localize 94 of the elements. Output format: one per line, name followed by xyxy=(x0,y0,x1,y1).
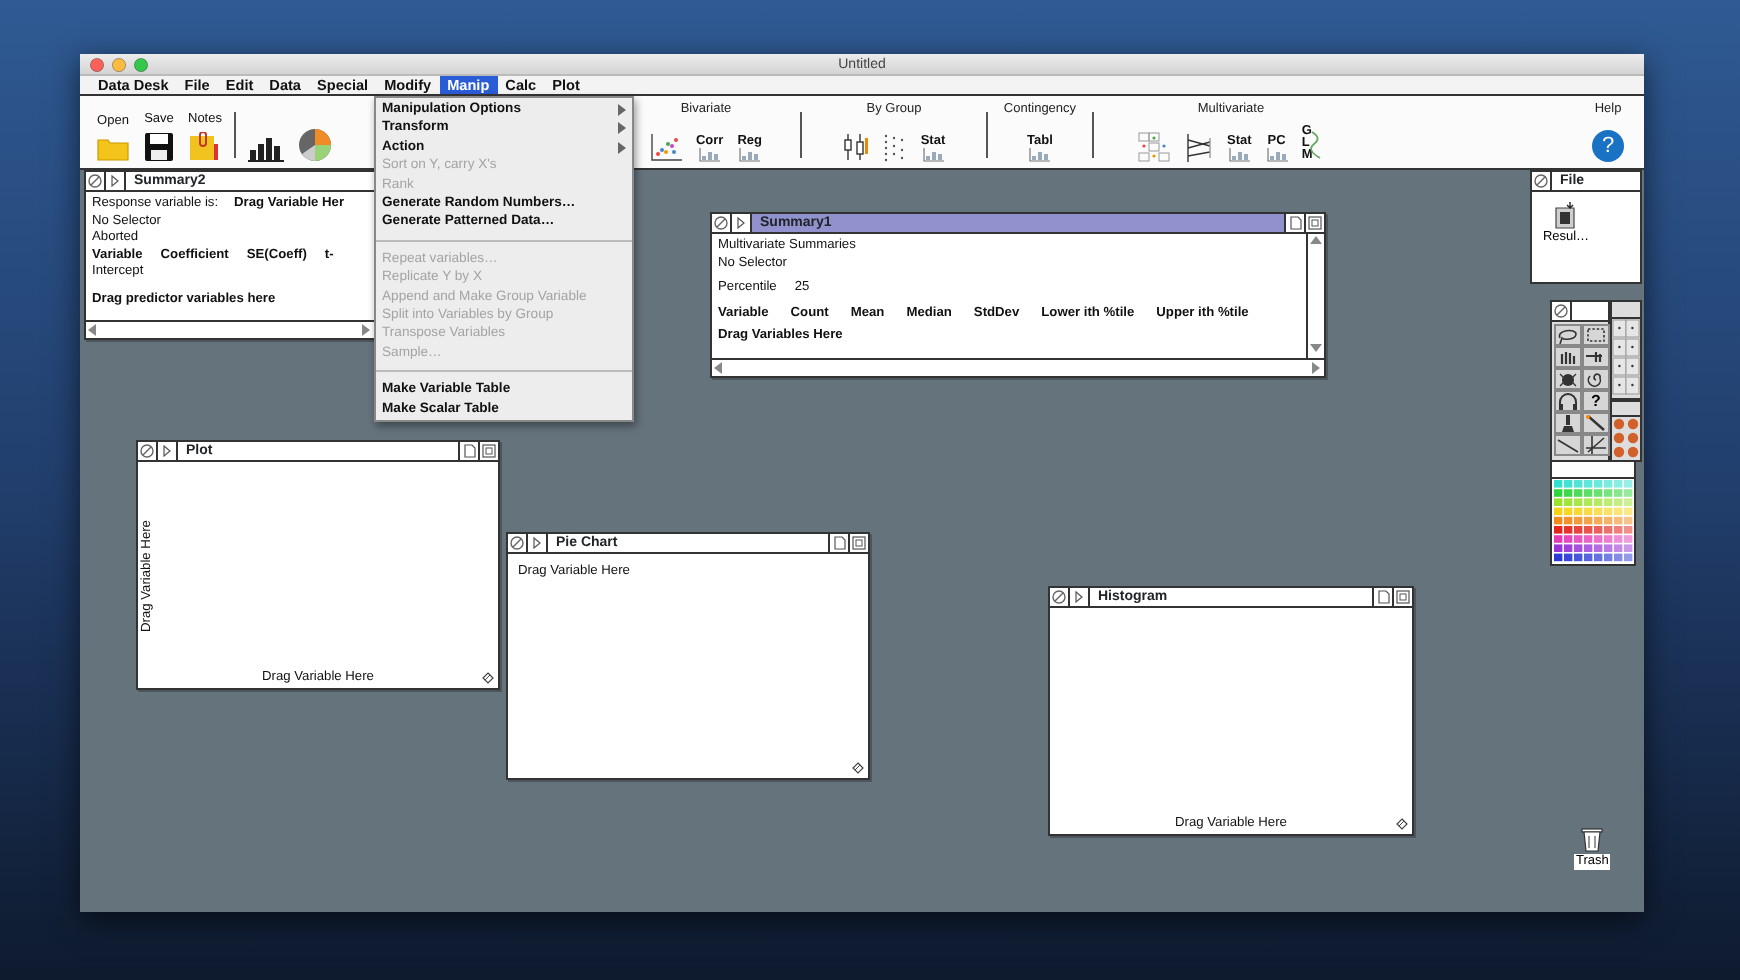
tool-button[interactable] xyxy=(1582,324,1610,346)
scroll-right-button[interactable] xyxy=(358,322,374,338)
disclosure-button[interactable] xyxy=(528,534,548,552)
tool-button[interactable] xyxy=(1554,434,1582,456)
headset-tool-icon xyxy=(1556,392,1580,410)
disclosure-button[interactable] xyxy=(158,442,178,460)
save-icon xyxy=(144,132,174,162)
zoom-box-icon xyxy=(482,444,496,458)
close-button[interactable] xyxy=(138,442,158,460)
close-icon xyxy=(1534,174,1548,188)
tool-button[interactable] xyxy=(1582,412,1610,434)
resize-grip-icon xyxy=(1396,818,1408,830)
tool-button[interactable] xyxy=(1582,434,1610,456)
triangle-icon xyxy=(736,216,746,230)
document-icon xyxy=(1554,202,1578,230)
close-icon xyxy=(88,174,102,188)
bar-chart-icon xyxy=(247,134,284,162)
triangle-icon xyxy=(162,444,172,458)
zoom-box-icon xyxy=(852,536,866,550)
pie-chart-icon xyxy=(297,128,332,162)
page-button[interactable] xyxy=(1284,214,1304,232)
hand-tool-icon xyxy=(1556,348,1580,366)
close-icon xyxy=(90,57,104,71)
disclosure-button[interactable] xyxy=(732,214,752,232)
notes-icon xyxy=(188,132,221,162)
chart-icon xyxy=(738,148,761,162)
folder-icon xyxy=(96,134,130,162)
close-icon xyxy=(140,444,154,458)
zoom-box-icon xyxy=(1396,590,1410,604)
horizontal-scrollbar[interactable] xyxy=(86,320,374,338)
tool-button[interactable] xyxy=(1554,324,1582,346)
tool-button[interactable] xyxy=(1554,390,1582,412)
tool-button[interactable] xyxy=(1554,412,1582,434)
scroll-down-button[interactable] xyxy=(1308,342,1324,358)
trash-can-icon xyxy=(1580,826,1605,852)
close-button[interactable] xyxy=(1532,172,1552,190)
lasso-tool-icon xyxy=(1556,326,1580,344)
toolbar-button[interactable] xyxy=(882,132,907,162)
zoom-box-icon xyxy=(1308,216,1322,230)
zoom-icon xyxy=(134,57,148,71)
marquee-tool-icon xyxy=(1584,326,1608,344)
boxplot-icon xyxy=(842,132,869,162)
triangle-icon xyxy=(110,174,120,188)
scatterplot-icon xyxy=(649,134,682,162)
tool-button[interactable] xyxy=(1582,368,1610,390)
disclosure-button[interactable] xyxy=(1070,588,1090,606)
resize-grip-icon xyxy=(482,672,494,684)
close-button[interactable] xyxy=(508,534,528,552)
close-button[interactable] xyxy=(86,172,106,190)
chart-icon xyxy=(921,148,944,162)
arrow-icon xyxy=(1308,234,1324,250)
arrow-icon xyxy=(358,322,374,338)
disclosure-button[interactable] xyxy=(106,172,126,190)
close-icon xyxy=(510,536,524,550)
chart-icon xyxy=(698,148,721,162)
bug-tool-icon xyxy=(1556,370,1580,388)
wand-tool-icon xyxy=(1584,414,1608,432)
chart-icon xyxy=(1265,148,1288,162)
chart-icon xyxy=(1028,148,1051,162)
scatterplot-matrix-icon xyxy=(1137,132,1170,162)
line-tool-icon xyxy=(1556,436,1580,454)
close-button[interactable] xyxy=(1050,588,1070,606)
help-button[interactable]: ? xyxy=(1592,130,1624,162)
arrow-icon xyxy=(712,360,728,376)
close-icon xyxy=(1554,304,1568,318)
dot-plot-icon xyxy=(882,132,907,162)
scroll-left-button[interactable] xyxy=(86,322,102,338)
point-tool-icon xyxy=(1584,348,1608,366)
close-button[interactable] xyxy=(712,214,732,232)
brush-tool-icon xyxy=(1556,414,1580,432)
toolbar-button[interactable] xyxy=(247,134,284,162)
resize-grip-icon xyxy=(852,762,864,774)
close-icon xyxy=(714,216,728,230)
horizontal-scrollbar[interactable] xyxy=(712,358,1324,376)
close-button[interactable] xyxy=(1552,302,1572,320)
triangle-icon xyxy=(1074,590,1084,604)
scroll-right-button[interactable] xyxy=(1308,360,1324,376)
tool-button[interactable] xyxy=(1582,346,1610,368)
vertical-scrollbar[interactable] xyxy=(1306,234,1324,358)
page-button[interactable] xyxy=(1372,588,1392,606)
scroll-left-button[interactable] xyxy=(712,360,728,376)
curve-icon xyxy=(1310,129,1325,159)
page-button[interactable] xyxy=(458,442,478,460)
tool-button[interactable] xyxy=(1554,368,1582,390)
page-button[interactable] xyxy=(828,534,848,552)
toolbar-button[interactable] xyxy=(1183,134,1214,162)
tool-button[interactable] xyxy=(1554,346,1582,368)
chart-icon xyxy=(1228,148,1251,162)
close-icon xyxy=(1052,590,1066,604)
triangle-icon xyxy=(532,536,542,550)
arrow-icon xyxy=(86,322,102,338)
minimize-icon xyxy=(112,57,126,71)
parallel-lines-icon xyxy=(1183,134,1214,162)
help-tool-button[interactable]: ? xyxy=(1582,390,1610,412)
